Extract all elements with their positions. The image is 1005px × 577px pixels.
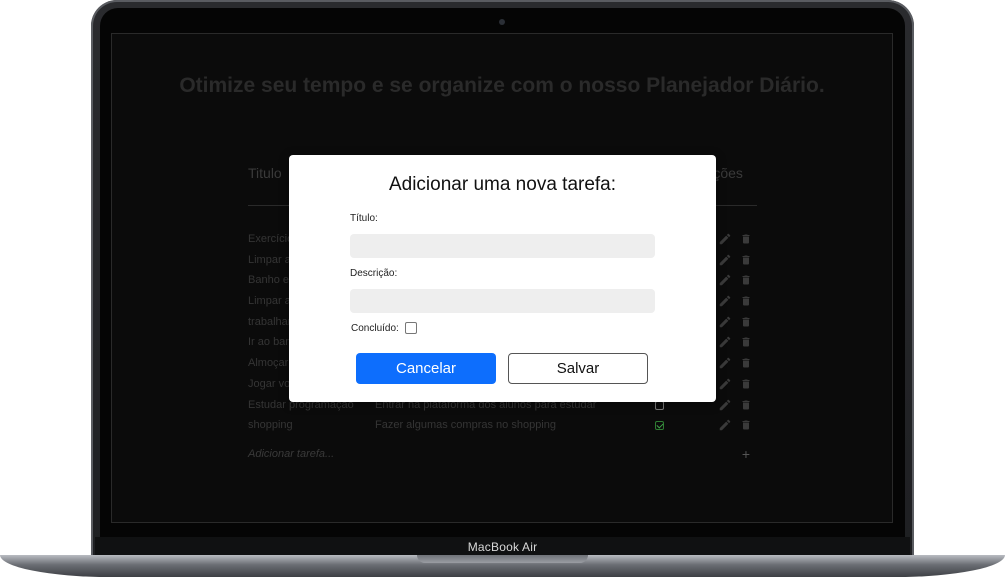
pencil-icon[interactable]: [718, 294, 732, 308]
laptop-notch: [417, 555, 588, 563]
task-title: Almoçar: [248, 357, 289, 370]
pencil-icon[interactable]: [718, 398, 732, 412]
task-title: Jogar vo: [248, 377, 291, 390]
task-title: Limpar a: [248, 253, 291, 266]
title-label: Título:: [350, 213, 378, 224]
trash-icon[interactable]: [740, 232, 752, 246]
trash-icon[interactable]: [740, 253, 752, 267]
done-field: Concluído:: [351, 322, 417, 334]
description-label: Descrição:: [350, 268, 398, 279]
pencil-icon[interactable]: [718, 335, 732, 349]
add-task-row[interactable]: Adicionar tarefa... +: [248, 446, 757, 462]
laptop-chin: MacBook Air: [95, 537, 910, 556]
task-title: Ir ao ban: [248, 336, 292, 349]
trash-icon[interactable]: [740, 377, 752, 391]
pencil-icon[interactable]: [718, 377, 732, 391]
add-task-plus-icon[interactable]: +: [742, 446, 750, 462]
task-done-checkbox[interactable]: [655, 421, 664, 431]
trash-icon[interactable]: [740, 356, 752, 370]
add-task-modal: Adicionar uma nova tarefa: Título: Descr…: [289, 155, 716, 402]
done-label: Concluído:: [351, 322, 399, 334]
task-description: Fazer algumas compras no shopping: [375, 419, 556, 432]
trash-icon[interactable]: [740, 315, 752, 329]
task-title: Exercício: [248, 233, 294, 245]
task-title: Limpar a: [248, 295, 291, 308]
device-label: MacBook Air: [467, 539, 538, 554]
description-input[interactable]: [350, 289, 655, 313]
cancel-button[interactable]: Cancelar: [356, 353, 496, 384]
done-checkbox[interactable]: [404, 322, 417, 334]
pencil-icon[interactable]: [718, 418, 732, 432]
title-input[interactable]: [350, 234, 655, 258]
column-header-title: Titulo: [248, 165, 282, 181]
trash-icon[interactable]: [740, 294, 752, 308]
trash-icon[interactable]: [740, 335, 752, 349]
pencil-icon[interactable]: [718, 232, 732, 246]
camera-icon: [499, 19, 505, 25]
trash-icon[interactable]: [740, 418, 752, 432]
add-task-label[interactable]: Adicionar tarefa...: [248, 448, 334, 460]
save-button[interactable]: Salvar: [508, 353, 648, 384]
page-headline: Otimize seu tempo e se organize com o no…: [179, 74, 825, 97]
task-title: Banho e: [248, 274, 289, 287]
pencil-icon[interactable]: [718, 273, 732, 287]
pencil-icon[interactable]: [718, 253, 732, 267]
task-title: shopping: [248, 419, 293, 432]
task-title: trabalhar: [248, 315, 292, 328]
trash-icon[interactable]: [740, 398, 752, 412]
trash-icon[interactable]: [740, 273, 752, 287]
table-row: shopping Fazer algumas compras no shoppin…: [248, 417, 757, 438]
pencil-icon[interactable]: [718, 356, 732, 370]
pencil-icon[interactable]: [718, 315, 732, 329]
modal-title: Adicionar uma nova tarefa:: [388, 174, 617, 195]
